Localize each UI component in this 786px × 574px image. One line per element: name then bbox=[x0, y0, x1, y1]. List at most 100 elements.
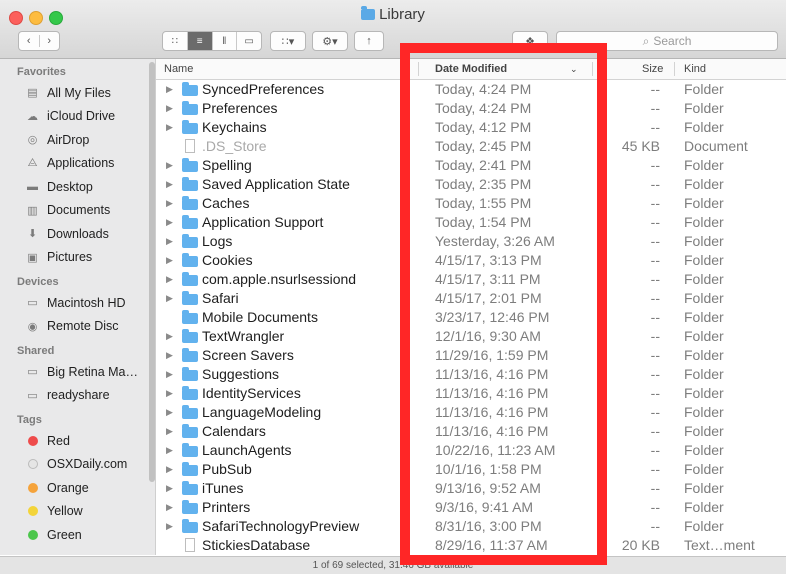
file-row[interactable]: ▶ LaunchAgents 10/22/16, 11:23 AM -- Folder bbox=[156, 441, 786, 460]
column-date-header[interactable]: Date Modified bbox=[435, 59, 507, 79]
sidebar-tag-osxdaily[interactable]: OSXDaily.com bbox=[0, 453, 155, 477]
sidebar-item-applications[interactable]: ⨺ Applications bbox=[0, 152, 155, 176]
disclosure-triangle-icon[interactable]: ▶ bbox=[166, 270, 173, 289]
disclosure-triangle-icon[interactable]: ▶ bbox=[166, 80, 173, 99]
sidebar-tag-green[interactable]: Green bbox=[0, 523, 155, 547]
file-row[interactable]: ▶ iTunes 9/13/16, 9:52 AM -- Folder bbox=[156, 479, 786, 498]
file-row[interactable]: ▶ Saved Application State Today, 2:35 PM --… bbox=[156, 175, 786, 194]
file-row[interactable]: ▶ Cookies 4/15/17, 3:13 PM -- Folder bbox=[156, 251, 786, 270]
file-size: -- bbox=[650, 347, 660, 363]
disclosure-triangle-icon[interactable]: ▶ bbox=[166, 479, 173, 498]
file-row[interactable]: ▶ Preferences Today, 4:24 PM -- Folder bbox=[156, 99, 786, 118]
disclosure-triangle-icon[interactable]: ▶ bbox=[166, 289, 173, 308]
file-row[interactable]: .DS_Store Today, 2:45 PM 45 KB Document bbox=[156, 137, 786, 156]
back-button[interactable]: ‹ bbox=[19, 35, 40, 47]
disclosure-triangle-icon[interactable]: ▶ bbox=[166, 118, 173, 137]
sidebar-item-remote-disc[interactable]: ◉ Remote Disc bbox=[0, 315, 155, 339]
disclosure-triangle-icon[interactable]: ▶ bbox=[166, 99, 173, 118]
sidebar-item-readyshare[interactable]: ▭ readyshare bbox=[0, 384, 155, 408]
file-kind: Folder bbox=[684, 499, 724, 515]
disclosure-triangle-icon[interactable]: ▶ bbox=[166, 498, 173, 517]
disclosure-triangle-icon[interactable]: ▶ bbox=[166, 422, 173, 441]
forward-button[interactable]: › bbox=[40, 35, 60, 47]
sidebar-item-big-retina[interactable]: ▭ Big Retina Ma… bbox=[0, 360, 155, 384]
file-row[interactable]: ▶ com.apple.nsurlsessiond 4/15/17, 3:11 PM… bbox=[156, 270, 786, 289]
file-row[interactable]: ▶ SyncedPreferences Today, 4:24 PM -- Folder bbox=[156, 80, 786, 99]
airdrop-icon: ◎ bbox=[27, 134, 38, 147]
disclosure-triangle-icon[interactable]: ▶ bbox=[166, 156, 173, 175]
sidebar-tag-orange[interactable]: Orange bbox=[0, 476, 155, 500]
file-size: -- bbox=[650, 233, 660, 249]
file-row[interactable]: ▶ Logs Yesterday, 3:26 AM -- Folder bbox=[156, 232, 786, 251]
file-row[interactable]: ▶ TextWrangler 12/1/16, 9:30 AM -- Folder bbox=[156, 327, 786, 346]
status-bar: 1 of 69 selected, 31.46 GB available bbox=[0, 556, 786, 574]
sidebar-tag-red[interactable]: Red bbox=[0, 429, 155, 453]
dropbox-button[interactable]: ❖ bbox=[512, 31, 548, 51]
sidebar-item-airdrop[interactable]: ◎ AirDrop bbox=[0, 128, 155, 152]
file-date-modified: 8/31/16, 3:00 PM bbox=[435, 518, 542, 534]
column-kind-header[interactable]: Kind bbox=[684, 59, 706, 79]
folder-icon bbox=[182, 462, 198, 476]
share-button[interactable]: ↑ bbox=[354, 31, 384, 51]
disclosure-triangle-icon[interactable]: ▶ bbox=[166, 517, 173, 536]
disclosure-triangle-icon[interactable]: ▶ bbox=[166, 384, 173, 403]
file-row[interactable]: ▶ Printers 9/3/16, 9:41 AM -- Folder bbox=[156, 498, 786, 517]
file-row[interactable]: ▶ Application Support Today, 1:54 PM -- Fold… bbox=[156, 213, 786, 232]
folder-icon bbox=[182, 253, 198, 267]
file-kind: Folder bbox=[684, 347, 724, 363]
file-row[interactable]: ▶ Safari 4/15/17, 2:01 PM -- Folder bbox=[156, 289, 786, 308]
harddisk-icon: ▭ bbox=[27, 297, 38, 310]
file-name: LanguageModeling bbox=[202, 404, 322, 420]
tag-dot-icon bbox=[27, 506, 38, 517]
file-row[interactable]: ▶ Keychains Today, 4:12 PM -- Folder bbox=[156, 118, 786, 137]
file-row[interactable]: ▶ Screen Savers 11/29/16, 1:59 PM -- Folder bbox=[156, 346, 786, 365]
file-row[interactable]: ▶ Calendars 11/13/16, 4:16 PM -- Folder bbox=[156, 422, 786, 441]
file-name: Mobile Documents bbox=[202, 309, 318, 325]
file-name: StickiesDatabase bbox=[202, 537, 311, 553]
file-row[interactable]: ▶ PubSub 10/1/16, 1:58 PM -- Folder bbox=[156, 460, 786, 479]
sidebar-item-documents[interactable]: ▥ Documents bbox=[0, 199, 155, 223]
file-row[interactable]: Mobile Documents 3/23/17, 12:46 PM -- Folde… bbox=[156, 308, 786, 327]
sidebar-item-desktop[interactable]: ▬ Desktop bbox=[0, 175, 155, 199]
folder-icon bbox=[182, 386, 198, 400]
icon-view-icon[interactable]: ∷ bbox=[163, 32, 188, 50]
file-name: Suggestions bbox=[202, 366, 280, 382]
disclosure-triangle-icon[interactable]: ▶ bbox=[166, 346, 173, 365]
arrange-button[interactable]: ∷▾ bbox=[270, 31, 306, 51]
file-row[interactable]: ▶ SafariTechnologyPreview 8/31/16, 3:00 PM… bbox=[156, 517, 786, 536]
column-view-icon[interactable]: ‖ bbox=[213, 32, 238, 50]
file-row[interactable]: StickiesDatabase 8/29/16, 11:37 AM 20 KB Te… bbox=[156, 536, 786, 555]
disclosure-triangle-icon[interactable]: ▶ bbox=[166, 175, 173, 194]
file-date-modified: 11/13/16, 4:16 PM bbox=[435, 423, 549, 439]
disclosure-triangle-icon[interactable]: ▶ bbox=[166, 251, 173, 270]
sidebar-scrollbar[interactable] bbox=[149, 62, 155, 482]
disclosure-triangle-icon[interactable]: ▶ bbox=[166, 327, 173, 346]
action-button[interactable]: ⚙▾ bbox=[312, 31, 348, 51]
file-row[interactable]: ▶ Caches Today, 1:55 PM -- Folder bbox=[156, 194, 786, 213]
file-date-modified: 10/1/16, 1:58 PM bbox=[435, 461, 542, 477]
arrange-icon: ∷▾ bbox=[281, 35, 295, 48]
column-name-header[interactable]: Name bbox=[164, 59, 193, 79]
disclosure-triangle-icon[interactable]: ▶ bbox=[166, 232, 173, 251]
file-name: Preferences bbox=[202, 100, 278, 116]
sidebar-item-macintosh-hd[interactable]: ▭ Macintosh HD bbox=[0, 291, 155, 315]
sidebar-item-downloads[interactable]: ⬇ Downloads bbox=[0, 222, 155, 246]
sidebar-tag-yellow[interactable]: Yellow bbox=[0, 500, 155, 524]
search-field[interactable]: ⌕ Search bbox=[556, 31, 778, 51]
list-view-icon[interactable]: ≡ bbox=[187, 32, 213, 50]
disclosure-triangle-icon[interactable]: ▶ bbox=[166, 194, 173, 213]
file-row[interactable]: ▶ LanguageModeling 11/13/16, 4:16 PM -- Fold… bbox=[156, 403, 786, 422]
sidebar-item-icloud-drive[interactable]: ☁ iCloud Drive bbox=[0, 105, 155, 129]
disclosure-triangle-icon[interactable]: ▶ bbox=[166, 403, 173, 422]
sidebar-item-all-my-files[interactable]: ▤ All My Files bbox=[0, 81, 155, 105]
sidebar-item-pictures[interactable]: ▣ Pictures bbox=[0, 246, 155, 270]
disclosure-triangle-icon[interactable]: ▶ bbox=[166, 365, 173, 384]
file-row[interactable]: ▶ Spelling Today, 2:41 PM -- Folder bbox=[156, 156, 786, 175]
file-row[interactable]: ▶ IdentityServices 11/13/16, 4:16 PM -- Fold… bbox=[156, 384, 786, 403]
disclosure-triangle-icon[interactable]: ▶ bbox=[166, 213, 173, 232]
file-row[interactable]: ▶ Suggestions 11/13/16, 4:16 PM -- Folder bbox=[156, 365, 786, 384]
disclosure-triangle-icon[interactable]: ▶ bbox=[166, 460, 173, 479]
cover-flow-icon[interactable]: ▭ bbox=[237, 32, 261, 50]
column-size-header[interactable]: Size bbox=[642, 59, 663, 79]
disclosure-triangle-icon[interactable]: ▶ bbox=[166, 441, 173, 460]
